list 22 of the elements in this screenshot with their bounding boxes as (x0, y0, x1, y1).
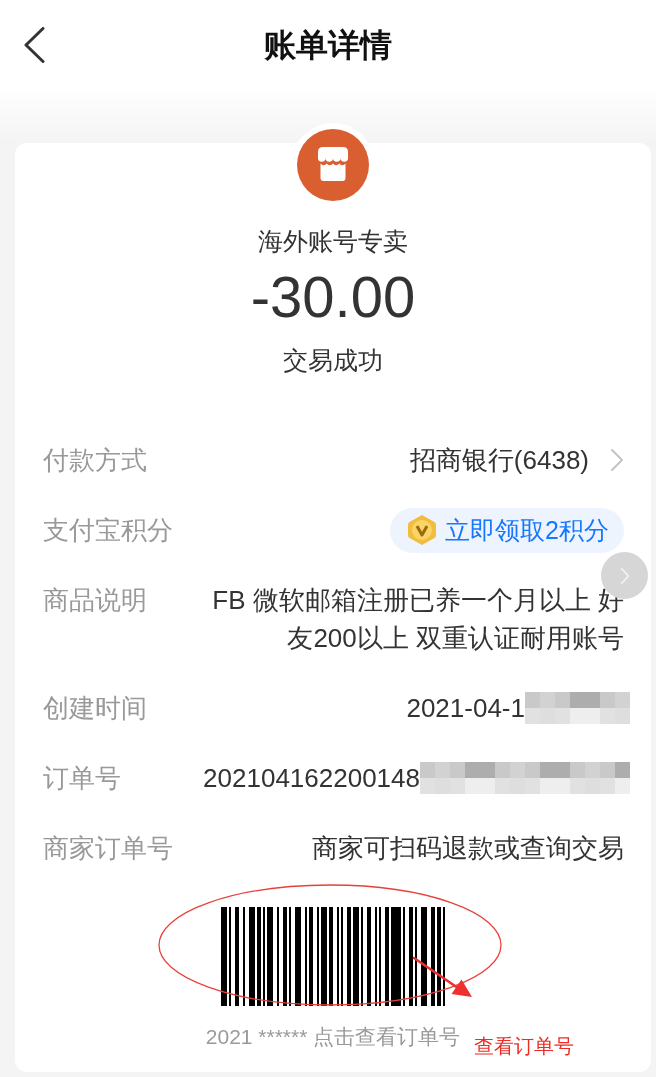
payment-method-link[interactable]: 招商银行(6438) (409, 441, 624, 479)
amount: -30.00 (250, 264, 416, 330)
annotation-arrow (412, 956, 472, 997)
detail-label: 付款方式 (43, 444, 148, 477)
transaction-status: 交易成功 (283, 345, 383, 376)
chevron-right-icon (619, 566, 630, 585)
detail-label: 商家订单号 (43, 832, 174, 865)
detail-label: 创建时间 (43, 692, 148, 725)
detail-value: 2021-04-1 (406, 692, 525, 725)
detail-value: 202104162200148 (203, 762, 420, 795)
detail-label: 支付宝积分 (43, 514, 174, 547)
annotation-label: 查看订单号 (474, 1034, 574, 1058)
hexagon-badge-icon (407, 514, 438, 546)
barcode-caption[interactable]: 2021 ****** 点击查看订单号 (205, 1023, 461, 1051)
detail-label: 订单号 (43, 762, 122, 795)
detail-value: 商家可扫码退款或查询交易 (312, 832, 624, 865)
merchant-name: 海外账号专卖 (258, 226, 408, 257)
back-icon (23, 27, 45, 63)
detail-label: 商品说明 (43, 584, 148, 617)
page-title: 账单详情 (264, 26, 392, 65)
chevron-right-icon (610, 448, 624, 472)
claim-points-button[interactable]: 立即领取2积分 (390, 507, 624, 553)
